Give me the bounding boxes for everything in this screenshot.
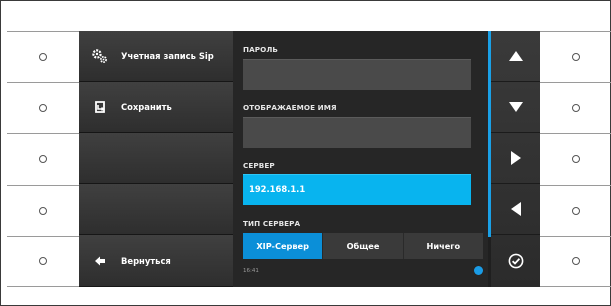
connection-status-icon — [474, 266, 483, 275]
circle-icon — [572, 53, 580, 62]
menu-item-label: Сохранить — [121, 102, 172, 112]
hardware-button-right-1[interactable] — [540, 31, 611, 82]
circle-icon — [572, 104, 580, 113]
up-arrow-icon — [508, 51, 523, 61]
hardware-button-left-2[interactable] — [7, 82, 79, 133]
navigation-column — [491, 31, 540, 287]
server-label: СЕРВЕР — [243, 161, 275, 170]
server-type-label: ТИП СЕРВЕРА — [243, 219, 301, 228]
circle-icon — [572, 257, 580, 266]
back-arrow-icon — [79, 255, 121, 267]
circle-icon — [572, 155, 580, 164]
menu-item-save[interactable]: Сохранить — [79, 82, 233, 133]
display-name-label: ОТОБРАЖАЕМОЕ ИМЯ — [243, 103, 337, 112]
nav-down-button[interactable] — [491, 82, 540, 133]
menu-item-label: Учетная запись Sip — [121, 51, 214, 61]
password-field[interactable] — [243, 59, 471, 90]
server-type-selector: XIP-Сервер Общее Ничего — [243, 233, 483, 259]
nav-up-button[interactable] — [491, 31, 540, 82]
server-type-option-general[interactable]: Общее — [322, 233, 403, 259]
hardware-button-right-3[interactable] — [540, 133, 611, 184]
settings-form: ПАРОЛЬ ОТОБРАЖАЕМОЕ ИМЯ СЕРВЕР 192.168.1… — [233, 31, 488, 287]
server-value: 192.168.1.1 — [249, 184, 306, 194]
nav-right-button[interactable] — [491, 133, 540, 184]
circle-icon — [39, 206, 47, 215]
circle-icon — [39, 53, 47, 62]
hardware-button-left-1[interactable] — [7, 31, 79, 82]
server-type-option-xip[interactable]: XIP-Сервер — [243, 233, 323, 259]
menu-item-back[interactable]: Вернуться — [79, 235, 233, 287]
circle-icon — [39, 257, 47, 266]
side-menu: Учетная запись Sip Сохранить Вернуться — [79, 31, 233, 287]
circle-icon — [572, 206, 580, 215]
confirm-check-icon — [508, 253, 523, 269]
server-type-option-none[interactable]: Ничего — [402, 233, 483, 259]
nav-confirm-button[interactable] — [491, 235, 540, 287]
server-field[interactable]: 192.168.1.1 — [243, 174, 471, 205]
hardware-button-right-4[interactable] — [540, 184, 611, 236]
nav-left-button[interactable] — [491, 184, 540, 235]
hardware-button-right-5[interactable] — [540, 235, 611, 287]
right-arrow-icon — [510, 151, 521, 165]
down-arrow-icon — [508, 102, 523, 112]
left-hardware-buttons — [7, 31, 79, 287]
menu-item-label: Вернуться — [121, 255, 171, 266]
gears-icon — [79, 48, 121, 64]
menu-item-empty[interactable] — [79, 184, 233, 235]
device-screen: Учетная запись Sip Сохранить Вернуться П… — [79, 31, 540, 287]
save-icon — [79, 100, 121, 114]
hardware-button-right-2[interactable] — [540, 82, 611, 133]
hardware-button-left-4[interactable] — [7, 184, 79, 236]
password-label: ПАРОЛЬ — [243, 45, 279, 54]
circle-icon — [39, 104, 47, 113]
menu-item-empty[interactable] — [79, 133, 233, 184]
hardware-button-left-3[interactable] — [7, 133, 79, 184]
hardware-button-left-5[interactable] — [7, 235, 79, 287]
status-time: 16:41 — [243, 268, 259, 274]
menu-item-sip-account[interactable]: Учетная запись Sip — [79, 31, 233, 82]
right-hardware-buttons — [540, 31, 611, 287]
left-arrow-icon — [510, 202, 521, 216]
display-name-field[interactable] — [243, 117, 471, 148]
circle-icon — [39, 155, 47, 164]
device-frame: Учетная запись Sip Сохранить Вернуться П… — [0, 0, 611, 306]
